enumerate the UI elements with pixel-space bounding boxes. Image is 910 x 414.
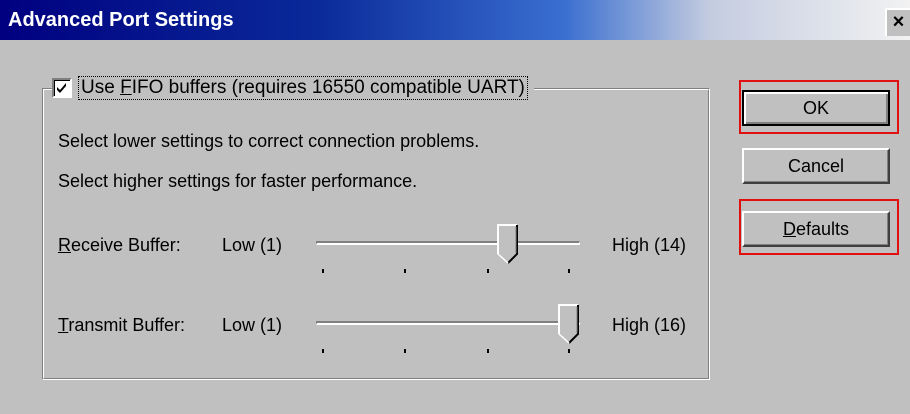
receive-tick-0 bbox=[322, 269, 324, 273]
receive-tick-3 bbox=[568, 269, 570, 273]
transmit-tick-2 bbox=[487, 349, 489, 353]
fifo-label-pre: Use bbox=[81, 77, 121, 98]
transmit-buffer-label: Transmit Buffer: bbox=[58, 315, 185, 336]
fifo-label-mnemonic: F bbox=[120, 77, 132, 98]
receive-high-label: High (14) bbox=[612, 235, 687, 255]
receive-label-rest: eceive Buffer: bbox=[71, 235, 181, 255]
transmit-slider-track[interactable] bbox=[316, 321, 580, 325]
transmit-tick-3 bbox=[568, 349, 570, 353]
fifo-label-post: IFO buffers (requires 16550 compatible U… bbox=[131, 77, 525, 98]
close-icon[interactable]: × bbox=[885, 8, 910, 36]
description-line-1: Select lower settings to correct connect… bbox=[58, 131, 480, 151]
transmit-tick-0 bbox=[322, 349, 324, 353]
slider-thumb-icon bbox=[496, 224, 518, 264]
window-title: Advanced Port Settings bbox=[8, 9, 234, 31]
description-line-2: Select higher settings for faster perfor… bbox=[58, 171, 418, 191]
fifo-checkbox[interactable] bbox=[52, 78, 72, 98]
ok-highlight-box bbox=[739, 80, 899, 134]
fifo-checkbox-row[interactable]: Use FIFO buffers (requires 16550 compati… bbox=[52, 74, 534, 102]
defaults-highlight-box bbox=[739, 199, 899, 255]
receive-label-mnemonic: R bbox=[58, 235, 71, 255]
receive-slider-thumb[interactable] bbox=[496, 224, 519, 264]
checkmark-icon bbox=[57, 83, 66, 93]
receive-buffer-label: Receive Buffer: bbox=[58, 235, 181, 256]
receive-low-label: Low (1) bbox=[222, 235, 283, 255]
title-bar[interactable]: Advanced Port Settings × bbox=[0, 0, 910, 40]
receive-slider-track[interactable] bbox=[316, 241, 580, 245]
transmit-label-rest: ransmit Buffer: bbox=[68, 315, 186, 335]
receive-tick-1 bbox=[404, 269, 406, 273]
transmit-high-label: High (16) bbox=[612, 315, 687, 335]
transmit-tick-1 bbox=[404, 349, 406, 353]
fifo-checkbox-label[interactable]: Use FIFO buffers (requires 16550 compati… bbox=[78, 76, 528, 100]
slider-thumb-icon bbox=[558, 304, 579, 344]
receive-tick-2 bbox=[487, 269, 489, 273]
advanced-port-settings-dialog: Advanced Port Settings × Use FIFO buffer… bbox=[0, 0, 910, 414]
transmit-low-label: Low (1) bbox=[222, 315, 283, 335]
transmit-label-mnemonic: T bbox=[58, 315, 69, 335]
cancel-button[interactable]: Cancel bbox=[742, 148, 890, 184]
transmit-slider-thumb[interactable] bbox=[558, 304, 580, 344]
